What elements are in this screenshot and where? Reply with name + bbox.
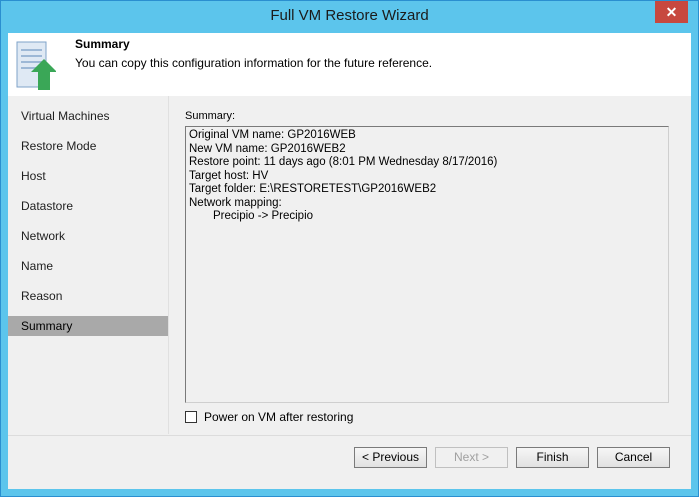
summary-line: Precipio -> Precipio — [213, 210, 314, 222]
summary-line: New VM name: GP2016WEB2 — [189, 142, 346, 155]
wizard-window: Full VM Restore Wizard ✕ Summary You can… — [0, 0, 699, 497]
summary-label: Summary: — [185, 110, 236, 122]
step-host[interactable]: Host — [8, 166, 168, 186]
steps-divider — [168, 96, 169, 434]
window-title: Full VM Restore Wizard — [270, 7, 429, 24]
summary-line: Network mapping: — [189, 196, 282, 209]
summary-textbox[interactable]: Original VM name: GP2016WEB New VM name:… — [185, 126, 669, 403]
cancel-button[interactable]: Cancel — [597, 447, 670, 468]
next-button[interactable]: Next > — [435, 447, 508, 468]
wizard-header: Summary You can copy this configuration … — [8, 33, 691, 96]
power-on-checkbox[interactable] — [185, 411, 197, 423]
wizard-client: Summary You can copy this configuration … — [8, 33, 691, 489]
close-button[interactable]: ✕ — [655, 1, 688, 23]
summary-line: Target host: HV — [189, 169, 269, 182]
summary-line: Restore point: 11 days ago (8:01 PM Wedn… — [189, 156, 498, 168]
step-summary[interactable]: Summary — [8, 316, 168, 336]
wizard-steps: Virtual Machines Restore Mode Host Datas… — [8, 96, 168, 434]
step-reason[interactable]: Reason — [8, 286, 168, 306]
summary-line: Target folder: E:\RESTORETEST\GP2016WEB2 — [189, 183, 437, 195]
footer-divider — [8, 435, 691, 436]
step-network[interactable]: Network — [8, 226, 168, 246]
summary-line: Original VM name: GP2016WEB — [189, 129, 356, 141]
step-name[interactable]: Name — [8, 256, 168, 276]
step-datastore[interactable]: Datastore — [8, 196, 168, 216]
restore-arrow-icon — [16, 41, 56, 90]
step-restore-mode[interactable]: Restore Mode — [8, 136, 168, 156]
page-title: Summary — [75, 37, 130, 51]
title-bar[interactable]: Full VM Restore Wizard ✕ — [1, 1, 698, 33]
finish-button[interactable]: Finish — [516, 447, 589, 468]
page-description: You can copy this configuration informat… — [75, 56, 433, 70]
previous-button[interactable]: < Previous — [354, 447, 427, 468]
power-on-label[interactable]: Power on VM after restoring — [204, 410, 353, 424]
step-virtual-machines[interactable]: Virtual Machines — [8, 106, 168, 126]
